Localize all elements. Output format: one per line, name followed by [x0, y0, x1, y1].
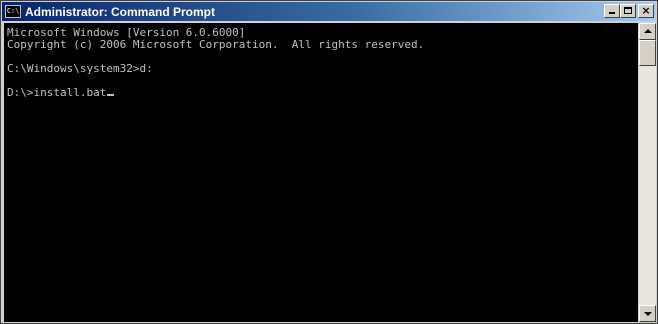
command-prompt-icon[interactable]: C:\	[5, 5, 21, 18]
scrollbar-thumb[interactable]	[639, 40, 656, 66]
title-bar[interactable]: C:\ Administrator: Command Prompt ×	[2, 2, 656, 21]
console-prompt-line: D:\>install.bat	[7, 87, 638, 99]
console-output-area[interactable]: Microsoft Windows [Version 6.0.6000] Copy…	[4, 23, 638, 322]
window-title: Administrator: Command Prompt	[25, 4, 216, 19]
console-line: C:\Windows\system32>d:	[7, 62, 153, 75]
console-text: Microsoft Windows [Version 6.0.6000] Copy…	[4, 23, 638, 99]
maximize-button[interactable]	[620, 4, 636, 18]
close-icon: ×	[641, 4, 651, 17]
console-line: Copyright (c) 2006 Microsoft Corporation…	[7, 38, 425, 51]
scroll-up-button[interactable]	[639, 23, 656, 40]
close-button[interactable]: ×	[638, 4, 654, 18]
maximize-icon	[624, 7, 632, 14]
vertical-scrollbar[interactable]	[639, 23, 656, 322]
command-prompt-window: C:\ Administrator: Command Prompt × Micr…	[0, 0, 658, 324]
text-cursor	[107, 94, 115, 96]
console-command: D:\>install.bat	[7, 86, 107, 99]
window-controls: ×	[604, 4, 654, 18]
arrow-up-icon	[644, 29, 652, 33]
arrow-down-icon	[644, 312, 652, 316]
minimize-icon	[609, 12, 615, 14]
scroll-down-button[interactable]	[639, 305, 656, 322]
icon-label: C:\	[6, 7, 20, 15]
minimize-button[interactable]	[604, 4, 620, 18]
